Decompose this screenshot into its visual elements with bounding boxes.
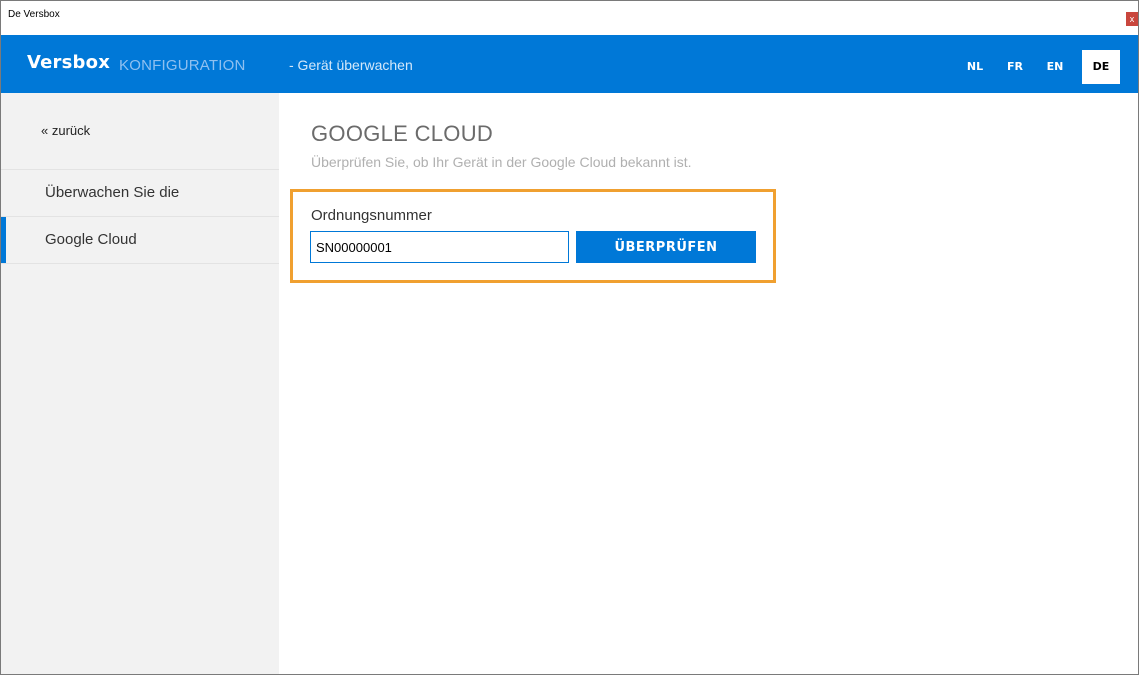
language-nl-button[interactable]: NL <box>956 50 994 84</box>
sidebar-item-monitor[interactable]: Überwachen Sie die <box>1 169 279 216</box>
section-title: GOOGLE CLOUD <box>311 121 494 146</box>
window-title: De Versbox <box>8 9 60 20</box>
serial-number-input[interactable] <box>310 231 569 263</box>
sidebar-divider <box>1 263 279 264</box>
language-de-button[interactable]: DE <box>1082 50 1120 84</box>
check-button[interactable]: ÜBERPRÜFEN <box>576 231 756 263</box>
sidebar: « zurück Überwachen Sie die Google Cloud <box>1 93 279 674</box>
brand-subtitle: KONFIGURATION <box>119 57 246 74</box>
sidebar-item-label: Überwachen Sie die <box>45 184 180 201</box>
close-button[interactable]: x <box>1126 12 1138 26</box>
app-header: Versbox KONFIGURATION - Gerät überwachen… <box>1 35 1138 93</box>
section-description: Überprüfen Sie, ob Ihr Gerät in der Goog… <box>311 154 692 170</box>
brand-logo: Versbox <box>27 52 111 73</box>
serial-number-label: Ordnungsnummer <box>311 207 432 224</box>
active-indicator <box>1 217 6 263</box>
title-bar: De Versbox x <box>1 1 1138 35</box>
page-title: - Gerät überwachen <box>289 57 413 73</box>
back-link[interactable]: « zurück <box>41 123 90 138</box>
app-window: De Versbox x Versbox KONFIGURATION - Ger… <box>0 0 1139 675</box>
sidebar-item-label: Google Cloud <box>45 231 137 248</box>
language-en-button[interactable]: EN <box>1036 50 1074 84</box>
sidebar-item-google-cloud[interactable]: Google Cloud <box>1 216 279 263</box>
language-fr-button[interactable]: FR <box>996 50 1034 84</box>
